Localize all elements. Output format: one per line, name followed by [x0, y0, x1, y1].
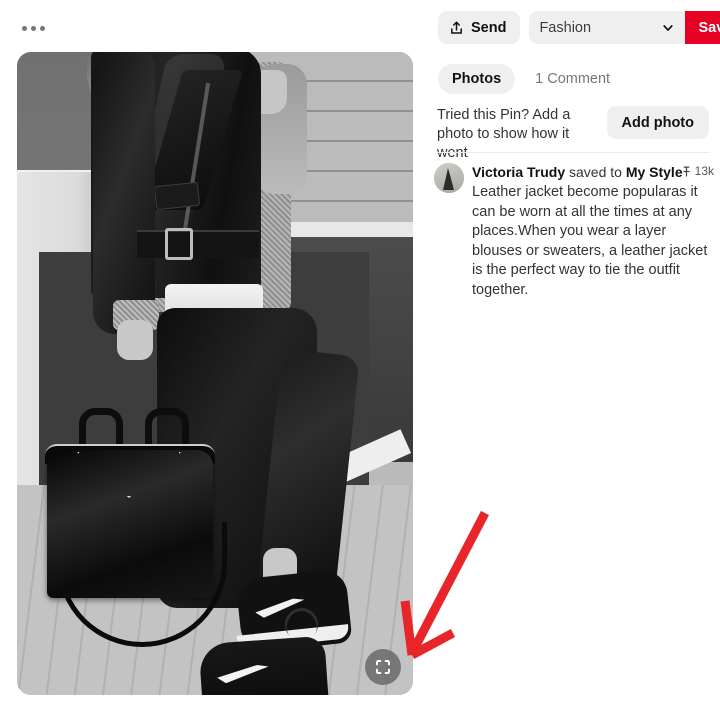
pin-tabs: Photos 1 Comment — [438, 64, 624, 94]
photo-belt-buckle — [165, 228, 193, 260]
tab-photos[interactable]: Photos — [438, 64, 516, 94]
comment-saved-to-label: saved to — [565, 164, 626, 180]
dot — [31, 25, 36, 31]
share-upload-icon — [451, 21, 462, 34]
add-photo-button[interactable]: Add photo — [606, 106, 709, 139]
photo-left-hand — [117, 320, 153, 360]
send-button-label: Send — [471, 19, 507, 36]
send-button[interactable]: Send — [438, 11, 521, 44]
tried-this-pin-section: Tried this Pin? Add a photo to show how … — [437, 106, 709, 163]
avatar[interactable] — [434, 163, 464, 193]
comment-board-name[interactable]: My Style — [626, 164, 683, 180]
comment-item: 13k Victoria Trudy saved to My Style Lea… — [434, 163, 714, 300]
comment-text: Leather jacket become popularas it can b… — [472, 184, 708, 298]
pin-image[interactable] — [17, 52, 413, 695]
tab-comments[interactable]: 1 Comment — [521, 64, 624, 94]
photo-sneaker-front — [198, 635, 330, 695]
comment-body: 13k Victoria Trudy saved to My Style Lea… — [472, 163, 714, 300]
dot — [22, 25, 27, 31]
board-select[interactable]: Fashion — [529, 11, 686, 44]
save-control-group: Fashion Save — [529, 11, 720, 44]
more-options-icon[interactable] — [22, 18, 54, 38]
tried-this-pin-prompt: Tried this Pin? Add a photo to show how … — [437, 107, 571, 161]
photo-handbag — [47, 450, 213, 598]
pin-count-badge: 13k — [681, 164, 714, 178]
pushpin-icon — [683, 166, 690, 176]
dot — [40, 25, 45, 31]
photo-jacket-belt — [137, 230, 259, 258]
section-divider — [437, 152, 709, 153]
pin-detail-page: Send Fashion Save Photos 1 Comment Tried… — [0, 0, 720, 709]
board-select-value: Fashion — [539, 19, 592, 36]
expand-image-button[interactable] — [365, 649, 401, 685]
expand-corners-icon — [376, 660, 390, 674]
pin-actions: Send Fashion Save — [438, 11, 720, 44]
comment-username[interactable]: Victoria Trudy — [472, 164, 565, 180]
chevron-down-icon — [663, 24, 674, 31]
photo-jacket-pocket — [153, 181, 201, 211]
pin-count-value: 13k — [694, 164, 714, 178]
pin-details-column: Send Fashion Save Photos 1 Comment Tried… — [425, 0, 720, 709]
photo-jacket-sleeve — [93, 52, 155, 334]
pin-photo-graphic — [17, 52, 413, 695]
comment-header: Victoria Trudy saved to My Style — [472, 163, 714, 182]
pin-image-column — [0, 0, 420, 709]
save-button[interactable]: Save — [685, 11, 720, 44]
